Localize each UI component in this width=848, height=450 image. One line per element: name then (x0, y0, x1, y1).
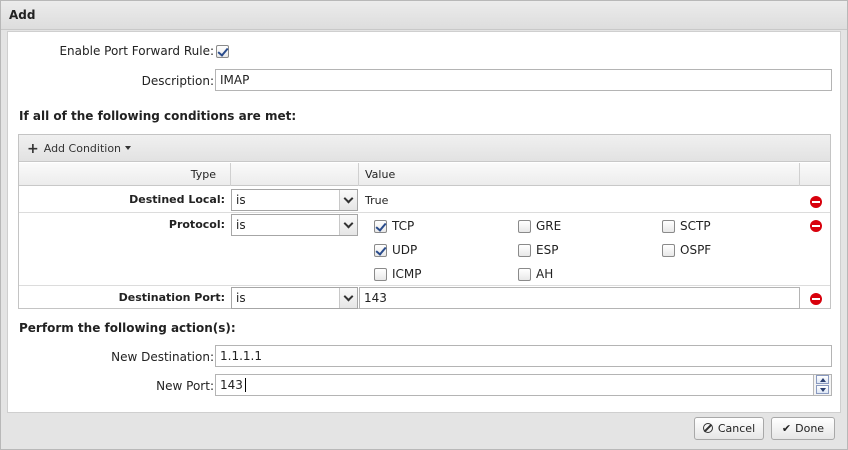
condition-operator-value: is (236, 193, 246, 207)
condition-operator-value: is (236, 291, 246, 305)
condition-type-label: Destined Local: (129, 193, 225, 206)
enable-rule-label: Enable Port Forward Rule: (59, 44, 214, 58)
conditions-toolbar: + Add Condition (19, 135, 830, 162)
new-destination-input[interactable] (215, 345, 832, 367)
row-divider (19, 285, 830, 286)
spin-up-icon[interactable] (816, 375, 829, 384)
new-port-field[interactable]: 143 (215, 374, 832, 396)
protocol-esp-checkbox[interactable] (518, 244, 531, 257)
add-dialog: Add Enable Port Forward Rule: Descriptio… (0, 0, 848, 450)
protocol-gre-label: GRE (536, 219, 562, 233)
actions-heading: Perform the following action(s): (19, 321, 236, 335)
row-divider (19, 212, 830, 213)
add-condition-label: Add Condition (43, 142, 122, 155)
conditions-column-headers: Type Value (19, 163, 830, 186)
remove-condition-icon[interactable] (810, 293, 822, 305)
dialog-header: Add (1, 1, 847, 30)
dialog-title: Add (9, 8, 36, 22)
protocol-ah-label: AH (536, 267, 554, 281)
protocol-ah-checkbox[interactable] (518, 268, 531, 281)
column-header-value[interactable]: Value (359, 163, 800, 186)
protocol-icmp-label: ICMP (392, 267, 422, 281)
checkmark-icon: ✔ (781, 422, 792, 435)
column-header-operator[interactable] (231, 163, 359, 186)
chevron-down-icon (339, 288, 357, 308)
protocol-tcp-checkbox[interactable] (374, 220, 387, 233)
cancel-label: Cancel (717, 422, 756, 435)
description-label: Description: (141, 74, 214, 88)
description-input[interactable] (215, 69, 832, 91)
port-spinner[interactable] (813, 375, 831, 395)
column-header-type[interactable]: Type (19, 163, 231, 186)
new-destination-label: New Destination: (111, 350, 214, 364)
chevron-down-icon (339, 190, 357, 210)
caret-down-icon (125, 146, 132, 150)
condition-value-text: True (365, 194, 389, 207)
new-port-value: 143 (220, 378, 243, 392)
done-label: Done (795, 422, 825, 435)
protocol-gre-checkbox[interactable] (518, 220, 531, 233)
remove-condition-icon[interactable] (810, 196, 822, 208)
protocol-udp-checkbox[interactable] (374, 244, 387, 257)
remove-condition-icon[interactable] (810, 220, 822, 232)
cancel-icon (702, 423, 713, 433)
protocol-sctp-checkbox[interactable] (662, 220, 675, 233)
plus-icon: + (27, 141, 39, 157)
new-port-label: New Port: (156, 379, 214, 393)
conditions-heading: If all of the following conditions are m… (19, 109, 297, 123)
condition-type-label: Destination Port: (118, 291, 225, 304)
protocol-sctp-label: SCTP (680, 219, 711, 233)
conditions-grid: + Add Condition Type Value Destined Local… (18, 134, 831, 309)
protocol-icmp-checkbox[interactable] (374, 268, 387, 281)
protocol-esp-label: ESP (536, 243, 559, 257)
condition-type-label: Protocol: (168, 218, 225, 231)
column-header-value-label: Value (365, 168, 396, 181)
chevron-down-icon (339, 215, 357, 235)
condition-operator-select[interactable]: is (231, 189, 358, 211)
done-button[interactable]: ✔ Done (771, 417, 835, 440)
protocol-ospf-label: OSPF (680, 243, 712, 257)
condition-operator-value: is (236, 218, 246, 232)
add-condition-button[interactable]: + Add Condition (27, 141, 132, 157)
destination-port-input[interactable] (359, 287, 800, 309)
cancel-button[interactable]: Cancel (694, 417, 764, 440)
enable-rule-checkbox[interactable] (216, 45, 229, 58)
condition-operator-select[interactable]: is (231, 214, 358, 236)
condition-operator-select[interactable]: is (231, 287, 358, 309)
protocol-ospf-checkbox[interactable] (662, 244, 675, 257)
text-cursor (245, 378, 246, 392)
dialog-body: Enable Port Forward Rule: Description: I… (7, 31, 841, 413)
protocol-tcp-label: TCP (392, 219, 415, 233)
protocol-udp-label: UDP (392, 243, 418, 257)
dialog-footer: Cancel ✔ Done (1, 414, 847, 449)
spin-down-icon[interactable] (816, 385, 829, 394)
column-header-type-label: Type (190, 168, 216, 181)
